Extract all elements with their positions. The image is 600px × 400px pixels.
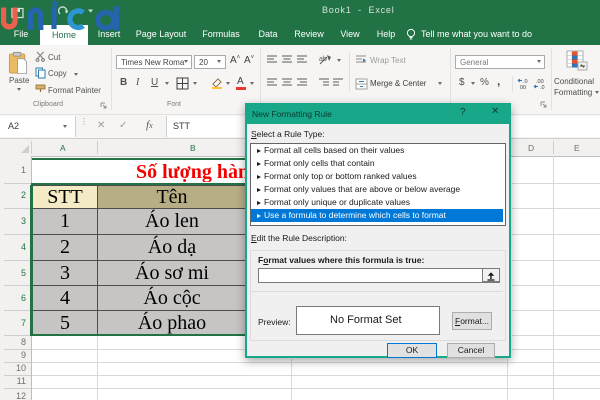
- svg-text:00: 00: [520, 85, 526, 90]
- svg-text:.0: .0: [540, 85, 545, 90]
- svg-text:ab: ab: [319, 56, 327, 63]
